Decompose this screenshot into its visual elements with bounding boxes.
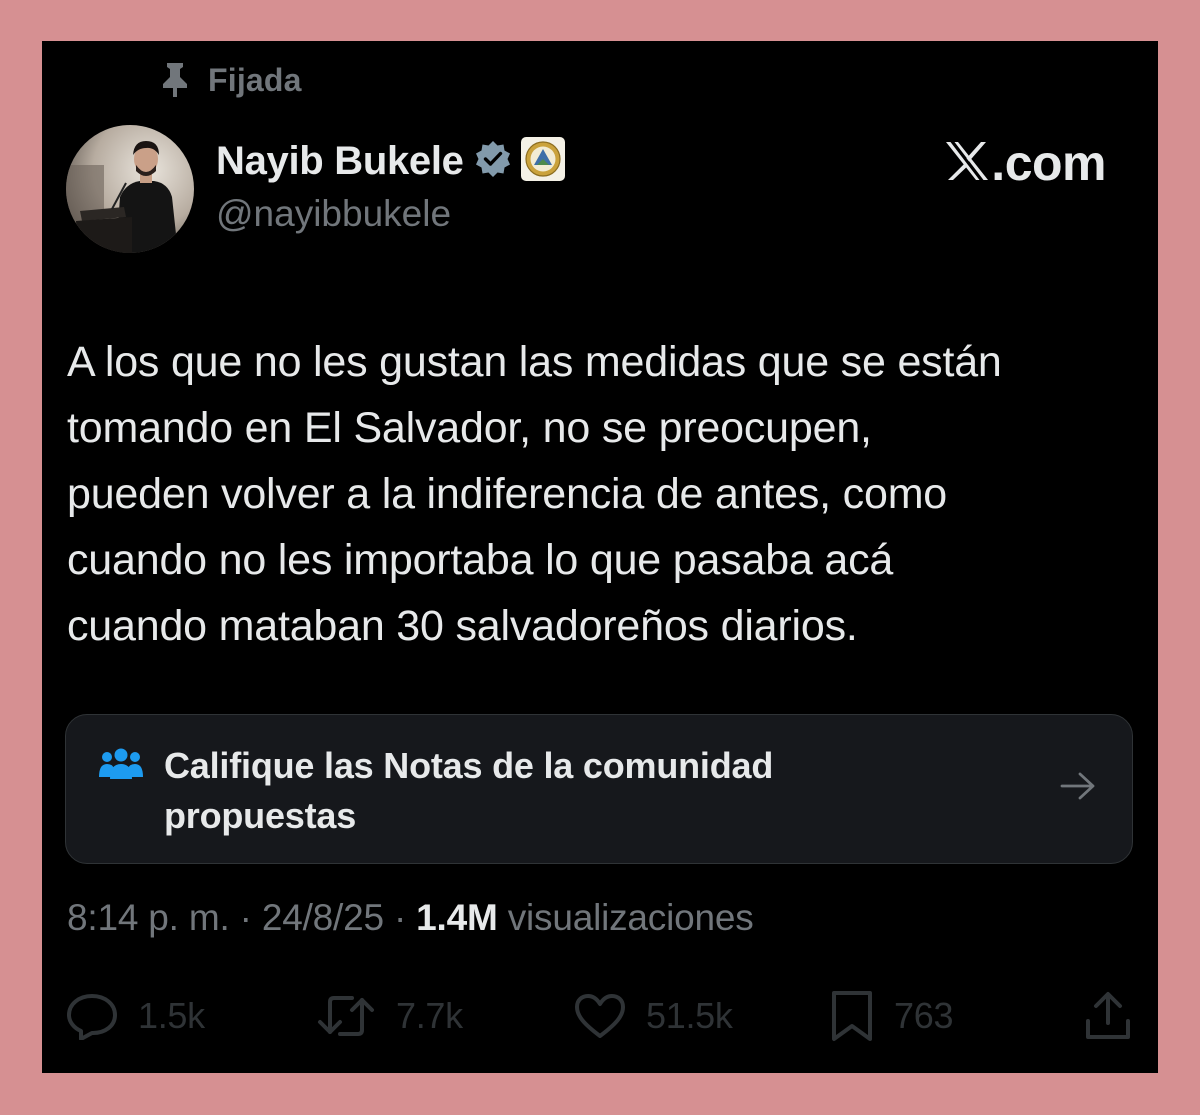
reply-button[interactable]: 1.5k <box>66 991 205 1041</box>
author-name[interactable]: Nayib Bukele <box>216 139 464 184</box>
views-count: 1.4M <box>416 897 498 938</box>
views-label: visualizaciones <box>497 897 754 938</box>
share-button[interactable] <box>1084 991 1132 1041</box>
bookmark-button[interactable]: 763 <box>830 991 953 1041</box>
arrow-right-icon[interactable] <box>1060 771 1096 806</box>
bookmark-icon <box>830 990 874 1042</box>
community-notes-text: Califique las Notas de la comunidad prop… <box>164 741 773 841</box>
reply-count: 1.5k <box>138 995 205 1036</box>
pinned-label: Fijada <box>208 61 302 98</box>
reply-icon <box>66 992 118 1040</box>
like-button[interactable]: 51.5k <box>574 991 733 1041</box>
avatar[interactable] <box>66 125 194 253</box>
community-notes-prompt[interactable]: Califique las Notas de la comunidad prop… <box>65 714 1133 864</box>
author-block: Nayib Bukele @nayibbukele <box>216 136 566 235</box>
tweet-date[interactable]: 24/8/25 <box>262 897 384 938</box>
community-notes-line: propuestas <box>164 795 357 836</box>
tweet-text-line: pueden volver a la indiferencia de antes… <box>67 470 948 518</box>
tweet-text-line: A los que no les gustan las medidas que … <box>67 338 1002 386</box>
repost-count: 7.7k <box>396 995 463 1036</box>
tweet-text-line: tomando en El Salvador, no se preocupen, <box>67 404 872 452</box>
repost-icon <box>316 992 376 1040</box>
community-notes-line: Califique las Notas de la comunidad <box>164 745 774 786</box>
share-icon <box>1084 991 1132 1041</box>
pin-icon <box>160 62 190 98</box>
meta-separator: · <box>229 897 262 938</box>
heart-icon <box>574 993 626 1039</box>
tweet-meta: 8:14 p. m. · 24/8/25 · 1.4M visualizacio… <box>67 897 754 939</box>
brand-domain: .com <box>991 135 1106 191</box>
tweet-time[interactable]: 8:14 p. m. <box>67 897 230 938</box>
tweet-text-line: cuando no les importaba lo que pasaba ac… <box>67 536 894 584</box>
tweet-text: A los que no les gustan las medidas que … <box>67 329 1137 659</box>
action-bar: 1.5k 7.7k 51.5k 763 <box>66 991 1136 1041</box>
verified-badge-icon[interactable] <box>474 140 512 183</box>
like-count: 51.5k <box>646 995 733 1036</box>
bookmark-count: 763 <box>894 995 954 1036</box>
tweet-card: Fijada Nayib Bukele @nayibbukele .com A … <box>42 41 1158 1073</box>
tweet-text-line: cuando mataban 30 salvadoreños diarios. <box>67 602 858 650</box>
author-handle[interactable]: @nayibbukele <box>216 193 566 235</box>
pinned-indicator: Fijada <box>160 61 302 99</box>
x-brand-logo: .com <box>945 135 1106 191</box>
x-logo-icon <box>945 141 989 186</box>
repost-button[interactable]: 7.7k <box>316 991 463 1041</box>
el-salvador-seal-badge[interactable] <box>520 136 566 187</box>
meta-separator: · <box>383 897 417 938</box>
people-icon <box>98 747 144 786</box>
